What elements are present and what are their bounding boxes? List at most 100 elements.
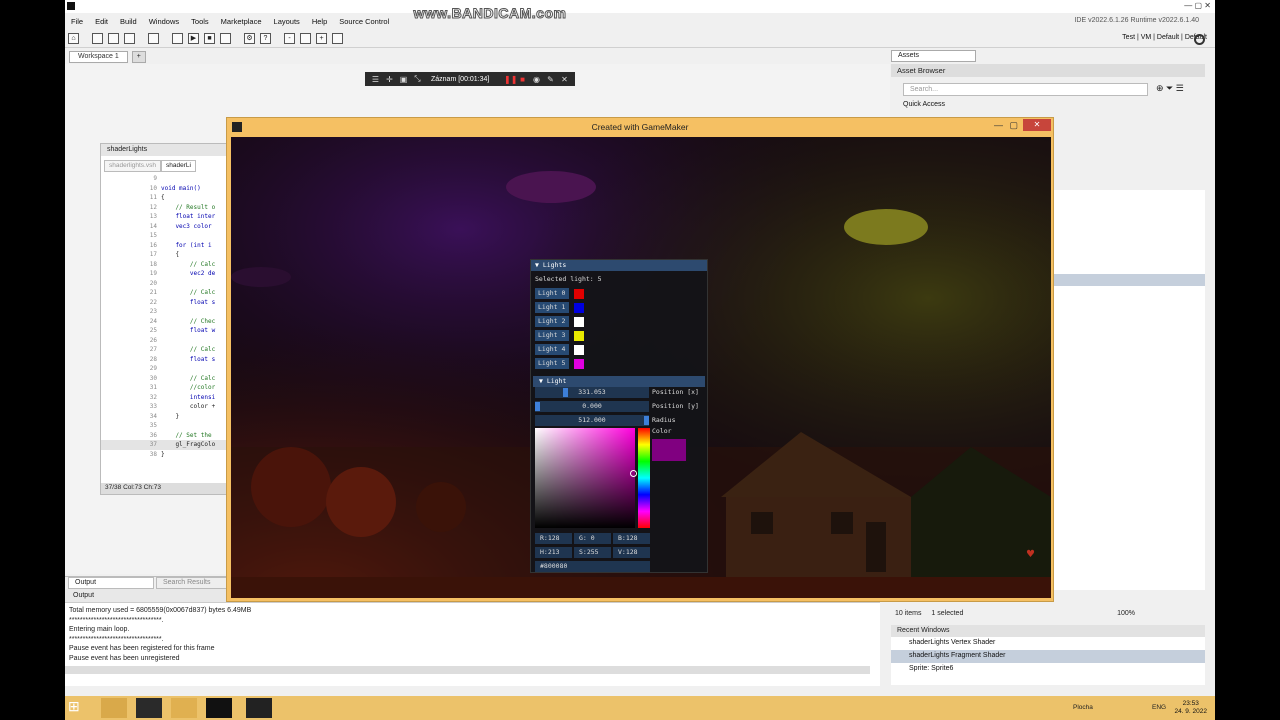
resize-icon[interactable]: ⤡ <box>413 74 422 84</box>
menu-windows[interactable]: Windows <box>143 17 185 26</box>
light-button[interactable]: Light 4 <box>535 344 569 355</box>
zoom-out-icon[interactable]: - <box>284 33 295 44</box>
slider-value: 512.000 <box>578 416 606 424</box>
light-slider[interactable]: 0.000 <box>535 401 649 412</box>
light-slider[interactable]: 512.000 <box>535 415 649 426</box>
light-section-header[interactable]: ▼ Light <box>533 376 705 387</box>
lights-panel-title[interactable]: ▼ Lights <box>531 260 707 271</box>
recent-item[interactable]: Sprite: Sprite6 <box>891 663 1205 676</box>
debug-icon[interactable] <box>172 33 183 44</box>
menu-edit[interactable]: Edit <box>89 17 114 26</box>
language-indicator[interactable]: ENG <box>1152 704 1166 711</box>
crosshair-icon[interactable]: ✛ <box>385 75 394 84</box>
export-icon[interactable] <box>148 33 159 44</box>
zoom-reset-icon[interactable] <box>300 33 311 44</box>
picker-cursor[interactable] <box>630 470 637 477</box>
light-color-swatch[interactable] <box>574 289 584 299</box>
r-value[interactable]: R:128 <box>535 533 572 544</box>
tab-output[interactable]: Output <box>68 577 154 589</box>
tab-workspace-1[interactable]: Workspace 1 <box>69 51 128 63</box>
code-text[interactable]: 9 10 void main() 11{12 // Result o 13 float … <box>101 174 229 459</box>
code-tabs: shaderlights.vsh shaderLi <box>101 160 229 172</box>
close-icon[interactable]: ✕ <box>1023 119 1051 131</box>
pause-icon[interactable]: ❚❚ <box>504 75 517 84</box>
add-workspace-button[interactable]: + <box>131 51 146 63</box>
code-text-line: // Calc <box>161 289 216 296</box>
filter-icon[interactable]: ⊕ ⏷ ☰ <box>1156 83 1184 94</box>
tab-fragment-shader[interactable]: shaderLi <box>160 160 196 172</box>
asset-search-input[interactable]: Search... <box>903 83 1148 96</box>
g-value[interactable]: G: 0 <box>574 533 611 544</box>
lights-debug-panel: ▼ Lights Selected light: 5 Light 0 Light … <box>530 259 708 573</box>
area-icon[interactable]: ▣ <box>399 75 408 84</box>
code-line: 11 { <box>101 193 229 203</box>
light-button[interactable]: Light 3 <box>535 330 569 341</box>
target-gear-icon[interactable] <box>1194 34 1205 45</box>
asset-count: 10 items <box>895 610 922 617</box>
close-icon[interactable]: ✕ <box>560 75 569 84</box>
chrome-icon[interactable] <box>171 698 197 718</box>
light-button[interactable]: Light 0 <box>535 288 569 299</box>
slider-grab[interactable] <box>535 402 540 411</box>
slider-value: 331.053 <box>578 388 606 396</box>
recent-item[interactable]: shaderLights Fragment Shader <box>891 650 1205 663</box>
gamemaker-runner-icon[interactable] <box>246 698 272 718</box>
light-color-swatch[interactable] <box>574 317 584 327</box>
menu-marketplace[interactable]: Marketplace <box>215 17 268 26</box>
recent-item[interactable]: shaderLights Vertex Shader <box>891 637 1205 650</box>
zoom-in-icon[interactable]: + <box>316 33 327 44</box>
slider-grab[interactable] <box>644 416 649 425</box>
slider-label: Radius <box>652 416 676 424</box>
new-icon[interactable] <box>92 33 103 44</box>
s-value[interactable]: S:255 <box>574 547 611 558</box>
fullscreen-icon[interactable] <box>332 33 343 44</box>
desktop-label[interactable]: Plocha <box>1073 704 1093 711</box>
hue-bar[interactable] <box>638 428 650 528</box>
menu-tools[interactable]: Tools <box>185 17 215 26</box>
home-icon[interactable]: ⌂ <box>68 33 79 44</box>
quick-access[interactable]: Quick Access <box>891 100 1205 111</box>
slider-grab[interactable] <box>563 388 569 397</box>
light-button[interactable]: Light 5 <box>535 358 569 369</box>
light-button[interactable]: Light 2 <box>535 316 569 327</box>
output-scrollbar[interactable] <box>65 666 870 674</box>
color-picker-square[interactable] <box>535 428 635 528</box>
tab-assets[interactable]: Assets <box>891 50 976 62</box>
light-color-swatch[interactable] <box>574 331 584 341</box>
menu-icon[interactable]: ☰ <box>371 75 380 84</box>
help-icon[interactable]: ? <box>260 33 271 44</box>
menu-build[interactable]: Build <box>114 17 143 26</box>
light-color-swatch[interactable] <box>574 345 584 355</box>
hex-value[interactable]: #800080 <box>535 561 650 572</box>
camera-icon[interactable]: ◉ <box>532 75 541 84</box>
clock[interactable]: 23:53 24. 9. 2022 <box>1174 700 1207 716</box>
light-color-swatch[interactable] <box>574 359 584 369</box>
open-icon[interactable] <box>108 33 119 44</box>
code-text-line: intensi <box>161 393 216 401</box>
explorer-icon[interactable] <box>101 698 127 718</box>
clean-icon[interactable] <box>220 33 231 44</box>
stop-record-icon[interactable]: ■ <box>518 75 527 84</box>
light-slider[interactable]: 331.053 <box>535 387 649 398</box>
v-value[interactable]: V:128 <box>613 547 650 558</box>
code-text-line: // Calc <box>161 346 216 353</box>
light-color-swatch[interactable] <box>574 303 584 313</box>
window-controls[interactable]: — ▢ ✕ <box>1184 1 1211 10</box>
h-value[interactable]: H:213 <box>535 547 572 558</box>
b-value[interactable]: B:128 <box>613 533 650 544</box>
pen-icon[interactable]: ✎ <box>546 75 555 84</box>
game-scene[interactable]: ♥ ▼ Lights Selected light: 5 Light 0 Ligh… <box>231 137 1051 598</box>
menu-file[interactable]: File <box>65 17 89 26</box>
tab-vertex-shader[interactable]: shaderlights.vsh <box>104 160 161 172</box>
recording-toolbar: ☰ ✛ ▣ ⤡ Záznam [00:01:34] ❚❚ ■ ◉ ✎ ✕ <box>365 72 575 86</box>
maximize-icon[interactable]: ▢ <box>1009 120 1018 131</box>
stop-icon[interactable]: ■ <box>204 33 215 44</box>
minimize-icon[interactable]: — <box>994 120 1003 130</box>
terminal-icon[interactable] <box>136 698 162 718</box>
settings-icon[interactable]: ⚙ <box>244 33 255 44</box>
windows-start-icon[interactable]: ⊞ <box>68 698 94 718</box>
run-icon[interactable]: ▶ <box>188 33 199 44</box>
save-icon[interactable] <box>124 33 135 44</box>
light-button[interactable]: Light 1 <box>535 302 569 313</box>
gamemaker-icon[interactable] <box>206 698 232 718</box>
